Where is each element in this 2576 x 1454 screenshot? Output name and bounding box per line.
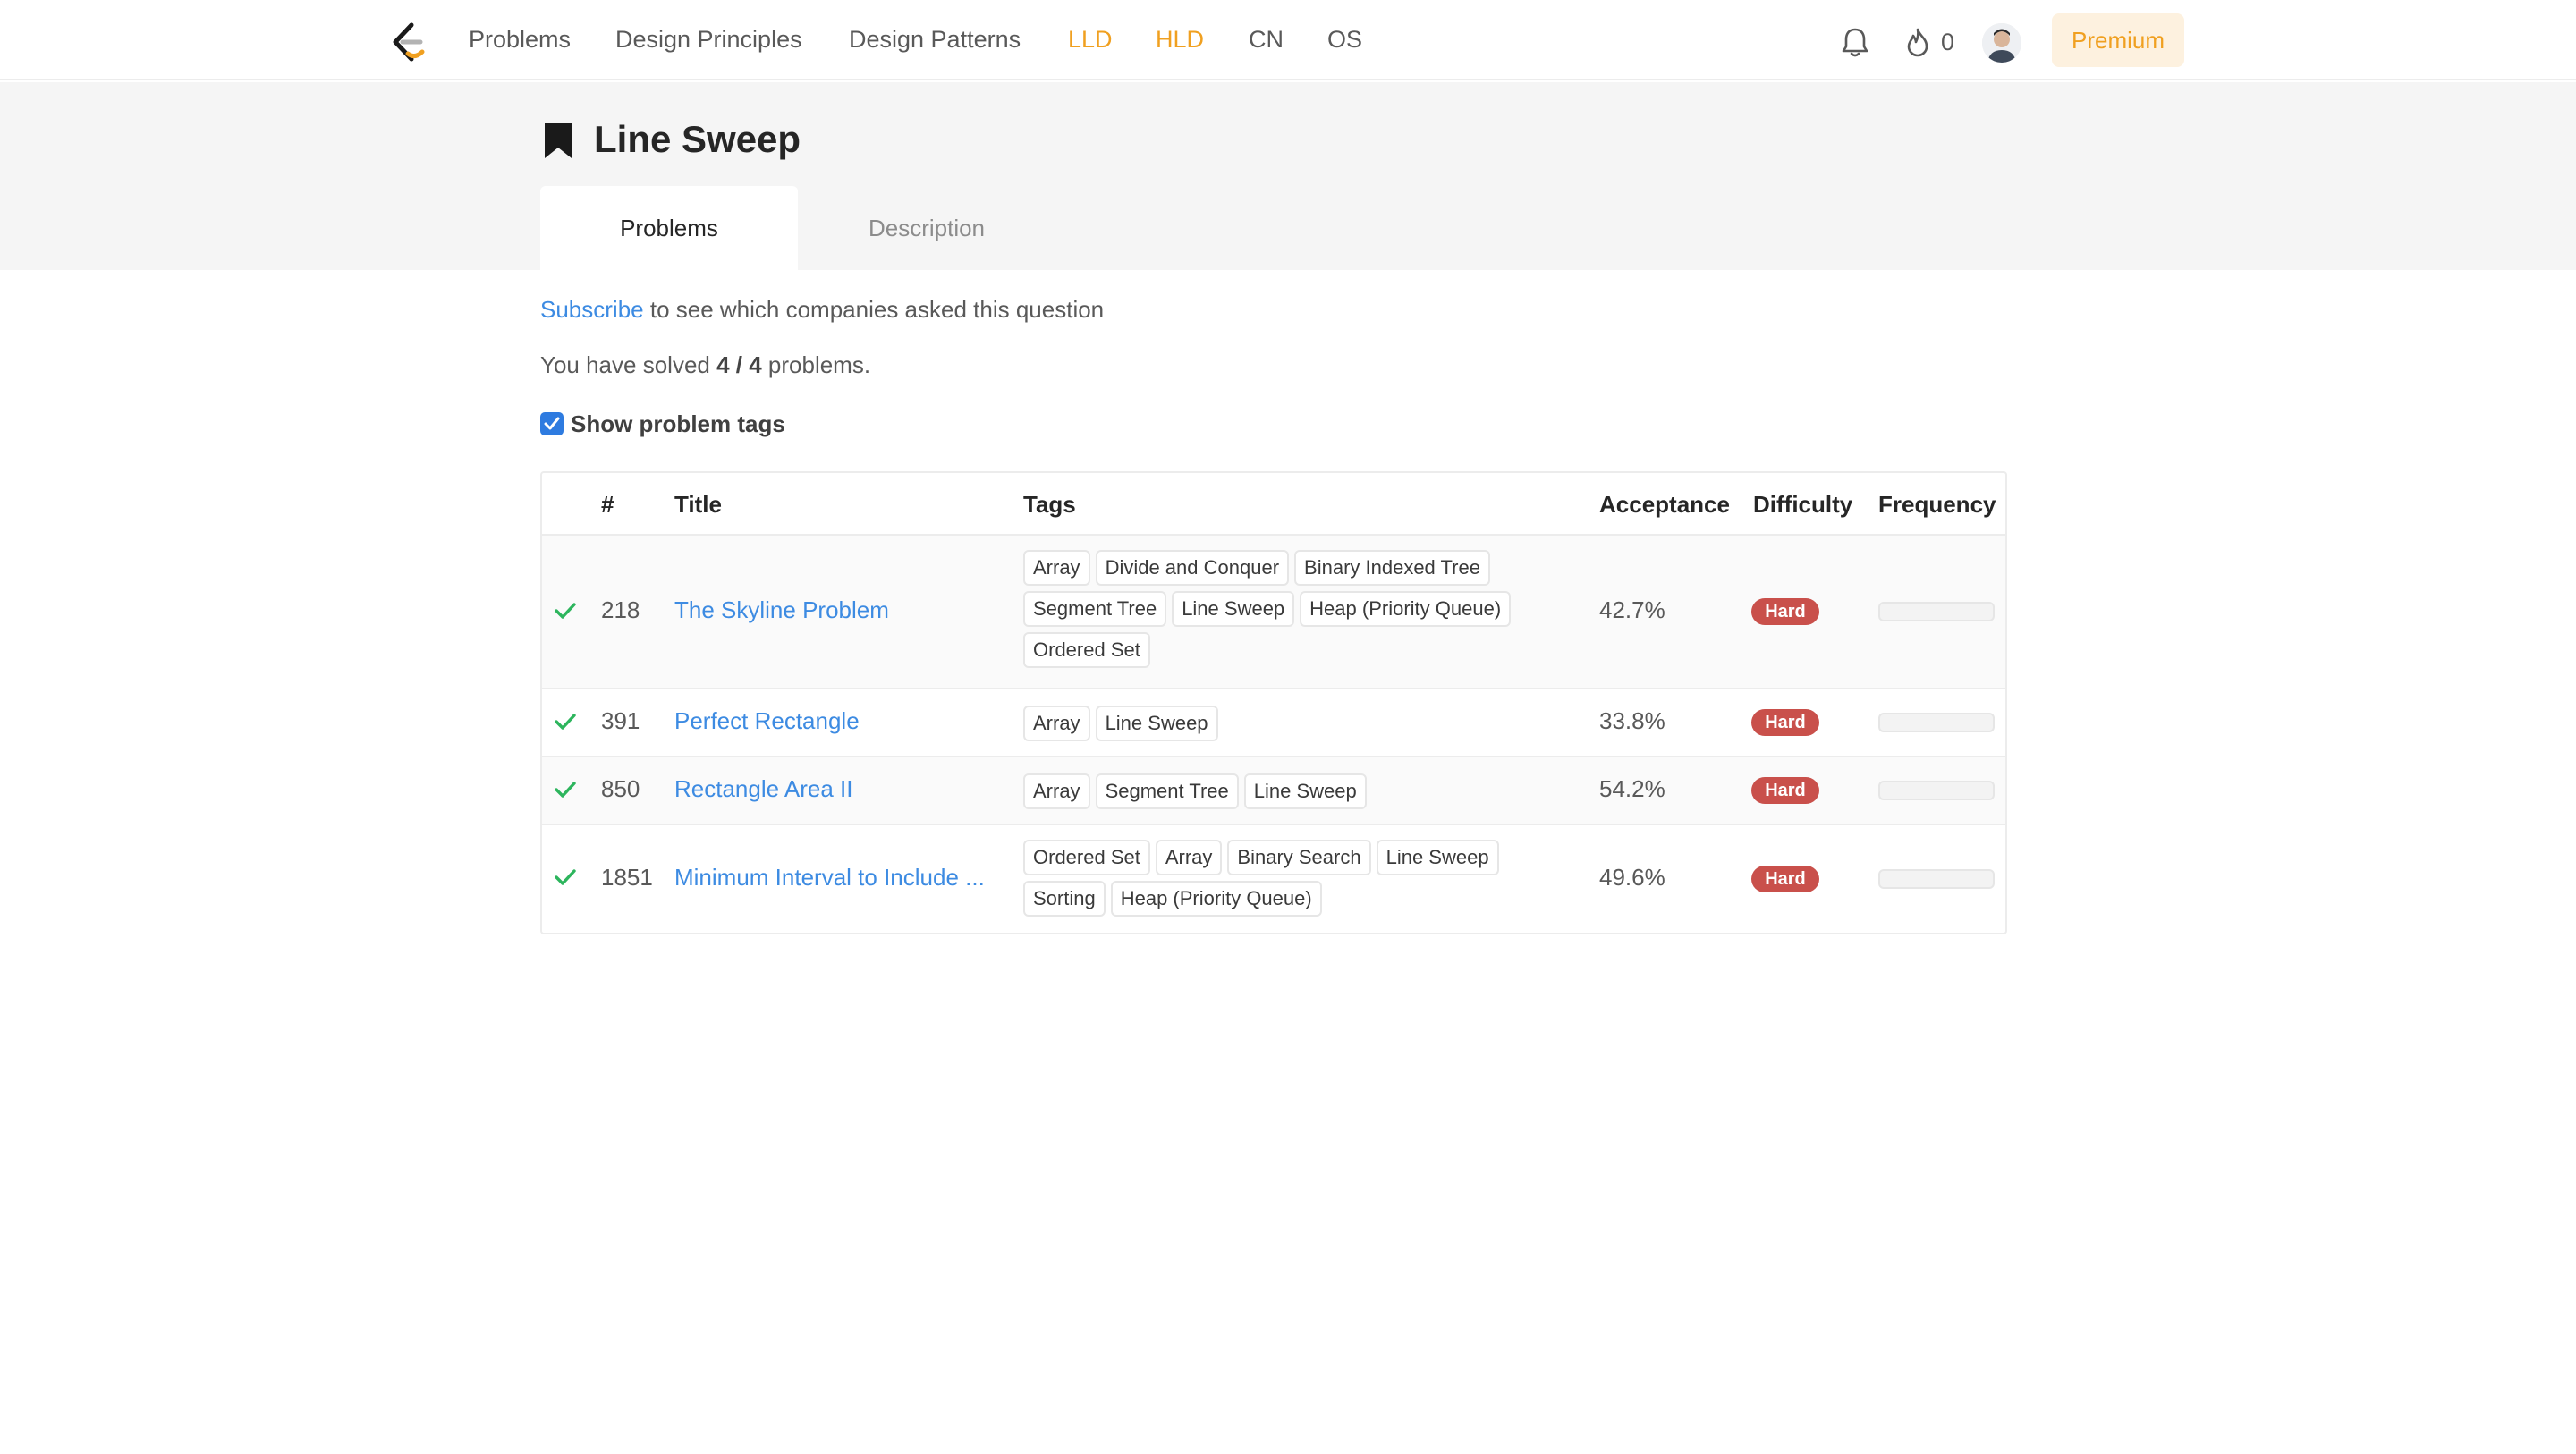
solved-summary: You have solved 4 / 4 problems. [540,349,870,381]
show-tags-checkbox[interactable] [540,412,564,435]
column-header-frequency[interactable]: Frequency [1878,473,1996,534]
tag-chip[interactable]: Binary Search [1227,840,1371,875]
problem-tags: Ordered Set Array Binary Search Line Swe… [1023,840,1560,917]
flame-icon [1907,28,1928,57]
tag-chip[interactable]: Divide and Conquer [1095,550,1290,586]
tab-description[interactable]: Description [798,186,1055,270]
table-row[interactable]: 1851 Minimum Interval to Include ... Ord… [542,824,2005,933]
tag-chip[interactable]: Ordered Set [1023,632,1150,668]
tab-problems[interactable]: Problems [540,186,798,270]
tag-chip[interactable]: Line Sweep [1095,706,1218,741]
frequency-bar [1878,602,1995,621]
problems-table: # Title Tags Acceptance Difficulty Frequ… [540,471,2007,934]
tag-chip[interactable]: Heap (Priority Queue) [1300,591,1512,627]
acceptance-rate: 49.6% [1599,864,1665,891]
solved-prefix: You have solved [540,351,717,378]
problem-number: 391 [601,707,640,734]
column-header-title[interactable]: Title [674,473,722,534]
tag-chip[interactable]: Sorting [1023,881,1106,917]
list-header: Line Sweep Problems Description [0,82,2576,270]
show-tags-label: Show problem tags [571,410,785,437]
solved-check-icon [555,782,576,798]
tag-chip[interactable]: Array [1023,773,1090,809]
tag-chip[interactable]: Array [1023,550,1090,586]
difficulty-badge: Hard [1751,598,1819,625]
nav-link-lld[interactable]: LLD [1068,23,1113,55]
tag-chip[interactable]: Array [1023,706,1090,741]
tag-chip[interactable]: Line Sweep [1172,591,1295,627]
tag-chip[interactable]: Segment Tree [1023,591,1167,627]
avatar[interactable] [1982,23,2021,63]
premium-button[interactable]: Premium [2052,13,2184,67]
subscribe-notice: Subscribe to see which companies asked t… [540,293,1104,325]
problem-number: 1851 [601,864,653,891]
top-navbar: Problems Design Principles Design Patter… [0,0,2576,80]
nav-link-design-patterns[interactable]: Design Patterns [849,23,1021,55]
tag-chip[interactable]: Line Sweep [1376,840,1499,875]
frequency-bar [1878,869,1995,889]
tag-chip[interactable]: Segment Tree [1095,773,1239,809]
difficulty-badge: Hard [1751,777,1819,804]
solved-check-icon [555,714,576,730]
difficulty-badge: Hard [1751,709,1819,736]
acceptance-rate: 42.7% [1599,596,1665,623]
column-header-number[interactable]: # [601,473,614,534]
column-header-tags: Tags [1023,491,1076,518]
subscribe-text: to see which companies asked this questi… [643,296,1105,323]
solved-count: 4 / 4 [716,351,762,378]
nav-link-design-principles[interactable]: Design Principles [615,23,802,55]
problem-tags: Array Line Sweep [1023,706,1560,741]
nav-link-hld[interactable]: HLD [1156,23,1204,55]
table-row[interactable]: 850 Rectangle Area II Array Segment Tree… [542,756,2005,824]
column-header-acceptance[interactable]: Acceptance [1599,473,1730,534]
solved-check-icon [555,603,576,619]
frequency-bar [1878,781,1995,800]
tag-chip[interactable]: Ordered Set [1023,840,1150,875]
solved-check-icon [555,869,576,885]
streak-count: 0 [1941,29,1955,55]
nav-link-cn[interactable]: CN [1249,23,1284,55]
solved-suffix: problems. [761,351,871,378]
frequency-bar [1878,713,1995,732]
nav-link-os[interactable]: OS [1327,23,1362,55]
problem-title-link[interactable]: Rectangle Area II [674,775,852,803]
bell-icon[interactable] [1839,25,1871,59]
leetcode-logo-icon[interactable] [388,21,428,63]
problem-title-link[interactable]: The Skyline Problem [674,596,889,624]
checkmark-icon [544,417,560,430]
problem-tags: Array Segment Tree Line Sweep [1023,773,1560,809]
nav-link-problems[interactable]: Problems [469,23,571,55]
subscribe-link[interactable]: Subscribe [540,296,644,323]
tag-chip[interactable]: Array [1155,840,1223,875]
tag-chip[interactable]: Line Sweep [1243,773,1367,809]
tag-chip[interactable]: Heap (Priority Queue) [1110,881,1322,917]
acceptance-rate: 54.2% [1599,775,1665,802]
difficulty-badge: Hard [1751,866,1819,892]
user-avatar-icon [1982,23,2021,63]
bookmark-icon [545,123,572,158]
problem-title-link[interactable]: Perfect Rectangle [674,707,860,735]
tag-chip[interactable]: Binary Indexed Tree [1294,550,1490,586]
problem-number: 850 [601,775,640,802]
problem-tags: Array Divide and Conquer Binary Indexed … [1023,550,1560,668]
table-row[interactable]: 218 The Skyline Problem Array Divide and… [542,534,2005,688]
problem-number: 218 [601,596,640,623]
column-header-difficulty[interactable]: Difficulty [1753,473,1852,534]
problem-title-link[interactable]: Minimum Interval to Include ... [674,864,985,892]
acceptance-rate: 33.8% [1599,707,1665,734]
table-row[interactable]: 391 Perfect Rectangle Array Line Sweep 3… [542,688,2005,756]
page-title: Line Sweep [594,118,801,160]
streak-counter[interactable]: 0 [1903,25,1979,59]
